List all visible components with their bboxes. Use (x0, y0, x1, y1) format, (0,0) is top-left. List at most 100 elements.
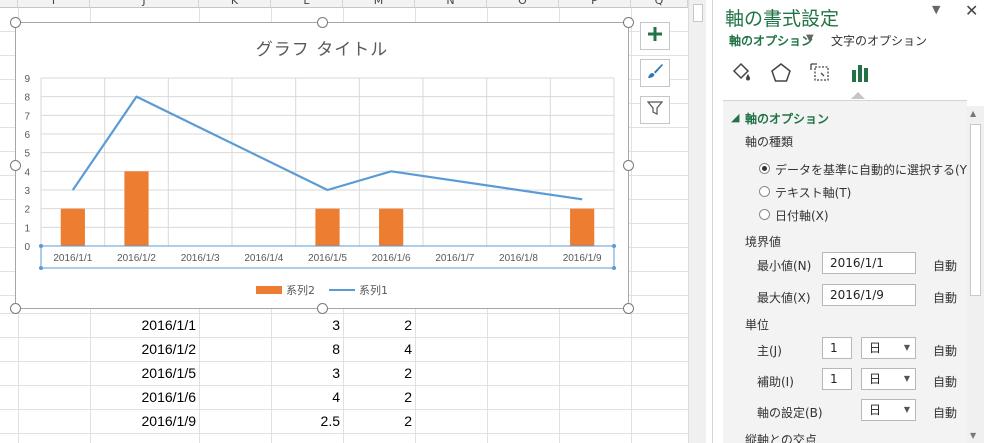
resize-handle[interactable] (10, 303, 21, 314)
cell-date[interactable]: 2016/1/9 (90, 409, 197, 433)
cell-date[interactable]: 2016/1/2 (90, 337, 197, 361)
y-tick-label: 4 (24, 167, 30, 178)
section-axis-options[interactable]: 軸のオプション (745, 110, 829, 127)
cell-series1[interactable]: 8 (271, 337, 340, 361)
radio-date-axis[interactable] (759, 209, 770, 220)
tab-axis-options[interactable]: 軸のオプション (729, 32, 813, 49)
legend-item-bar[interactable]: 系列2 (256, 282, 315, 298)
chevron-down-icon: ▼ (903, 343, 910, 352)
chart-filters-button[interactable] (640, 96, 670, 124)
resize-handle[interactable] (623, 303, 634, 314)
column-header-n[interactable]: N (415, 0, 487, 8)
sheet-scrollbar[interactable] (688, 0, 706, 443)
column-header-q[interactable]: Q (631, 0, 688, 8)
cell-date[interactable]: 2016/1/5 (90, 361, 197, 385)
minor-unit-dropdown[interactable]: 日 ▼ (861, 368, 916, 390)
x-tick-label: 2016/1/8 (499, 253, 538, 264)
column-header-j[interactable]: J (90, 0, 199, 8)
resize-handle[interactable] (623, 17, 634, 28)
bar-series2 (379, 208, 404, 246)
axis-options-chart-icon[interactable] (847, 59, 875, 87)
chart-plot[interactable]: 0 1 2 3 4 5 6 7 8 9 2016/1/1 2016/1/2 2016/1/3 2016/1… (16, 23, 630, 310)
resize-handle[interactable] (10, 160, 21, 171)
cell-series1[interactable]: 4 (271, 385, 340, 409)
column-header-k[interactable]: K (199, 0, 271, 8)
radio-text-axis[interactable] (759, 186, 770, 197)
x-tick-label: 2016/1/2 (117, 253, 156, 264)
column-header-o[interactable]: O (487, 0, 559, 8)
label-bounds: 境界値 (745, 235, 782, 249)
major-unit-input[interactable]: 1 (822, 337, 852, 359)
column-header-i[interactable]: I (18, 0, 90, 8)
major-unit-dropdown[interactable]: 日 ▼ (861, 337, 916, 359)
cell-series2[interactable]: 2 (343, 409, 412, 433)
chart-area[interactable]: グラフ タイトル 0 1 2 3 4 5 6 7 8 9 2016/1/1 2016/1/2 2016/… (15, 22, 629, 309)
label-units: 単位 (745, 318, 770, 332)
chart-legend[interactable]: 系列2 系列1 (16, 282, 628, 298)
spreadsheet-grid[interactable]: I J K L M N O P Q 2016/1/1 3 2 2016/1/2 … (0, 0, 688, 443)
cell-series2[interactable]: 2 (343, 313, 412, 337)
label-radio-text-axis[interactable]: テキスト軸(T) (775, 184, 851, 201)
label-radio-date-axis[interactable]: 日付軸(X) (775, 207, 829, 224)
minimum-input[interactable]: 2016/1/1 (822, 252, 916, 274)
scroll-up-icon[interactable]: ▲ (970, 109, 976, 118)
cell-series1[interactable]: 2.5 (271, 409, 340, 433)
close-icon[interactable]: ✕ (965, 1, 978, 20)
resize-handle[interactable] (10, 17, 21, 28)
maximum-auto-button[interactable]: 自動 (933, 289, 957, 306)
tab-text-options[interactable]: 文字のオプション (831, 32, 927, 49)
cell-series1[interactable]: 3 (271, 361, 340, 385)
label-maximum: 最大値(X) (757, 291, 811, 305)
pane-options-dropdown-icon[interactable]: ▼ (932, 3, 940, 16)
scroll-down-icon[interactable]: ▼ (970, 431, 976, 440)
filter-icon (646, 100, 664, 120)
cell-date[interactable]: 2016/1/1 (90, 313, 197, 337)
size-properties-icon[interactable] (807, 59, 835, 87)
resize-handle[interactable] (317, 17, 328, 28)
column-header-p[interactable]: P (559, 0, 631, 8)
chevron-down-icon: ▼ (903, 405, 910, 414)
minimum-auto-button[interactable]: 自動 (933, 257, 957, 274)
bar-series2 (60, 208, 85, 246)
y-tick-label: 3 (24, 186, 30, 197)
fill-line-icon[interactable] (727, 59, 755, 87)
column-header-l[interactable]: L (271, 0, 343, 8)
legend-swatch-bar (256, 286, 282, 294)
format-axis-pane[interactable]: 軸の書式設定 ▼ ✕ 軸のオプション ▼ 文字のオプション ◢ 軸のオプション … (712, 0, 985, 443)
chevron-down-icon: ▼ (903, 374, 910, 383)
base-auto-button[interactable]: 自動 (933, 404, 957, 421)
legend-item-line[interactable]: 系列1 (329, 282, 388, 298)
axis-selection-handle (612, 244, 616, 248)
resize-handle[interactable] (317, 303, 328, 314)
label-base-unit: 軸の設定(B) (757, 406, 823, 420)
axis-selection-handle (39, 244, 43, 248)
cell-date[interactable]: 2016/1/6 (90, 385, 197, 409)
base-unit-dropdown[interactable]: 日 ▼ (861, 399, 916, 421)
minor-unit-input[interactable]: 1 (822, 368, 852, 390)
resize-handle[interactable] (623, 160, 634, 171)
x-tick-label: 2016/1/1 (53, 253, 92, 264)
bar-series2 (315, 208, 340, 246)
grid-line (0, 433, 688, 434)
section-collapse-icon[interactable]: ◢ (731, 111, 739, 124)
cell-series2[interactable]: 2 (343, 385, 412, 409)
chart-elements-button[interactable] (640, 22, 670, 50)
major-auto-button[interactable]: 自動 (933, 342, 957, 359)
radio-auto[interactable] (759, 163, 770, 174)
scrollbar-thumb[interactable] (693, 4, 703, 22)
minor-auto-button[interactable]: 自動 (933, 373, 957, 390)
cell-series2[interactable]: 2 (343, 361, 412, 385)
chevron-down-icon[interactable]: ▼ (806, 33, 814, 44)
effects-pentagon-icon[interactable] (767, 59, 795, 87)
major-unit-value: 日 (869, 341, 882, 355)
column-header-corner[interactable] (0, 0, 18, 8)
chart-styles-button[interactable] (640, 59, 670, 87)
pane-scrollbar[interactable]: ▲ ▼ (967, 106, 984, 443)
column-header-m[interactable]: M (343, 0, 415, 8)
label-radio-auto[interactable]: データを基準に自動的に選択する(Y) (775, 161, 967, 178)
cell-series1[interactable]: 3 (271, 313, 340, 337)
scrollbar-thumb[interactable] (970, 124, 981, 296)
maximum-input[interactable]: 2016/1/9 (822, 284, 916, 306)
x-tick-label: 2016/1/5 (308, 253, 347, 264)
cell-series2[interactable]: 4 (343, 337, 412, 361)
